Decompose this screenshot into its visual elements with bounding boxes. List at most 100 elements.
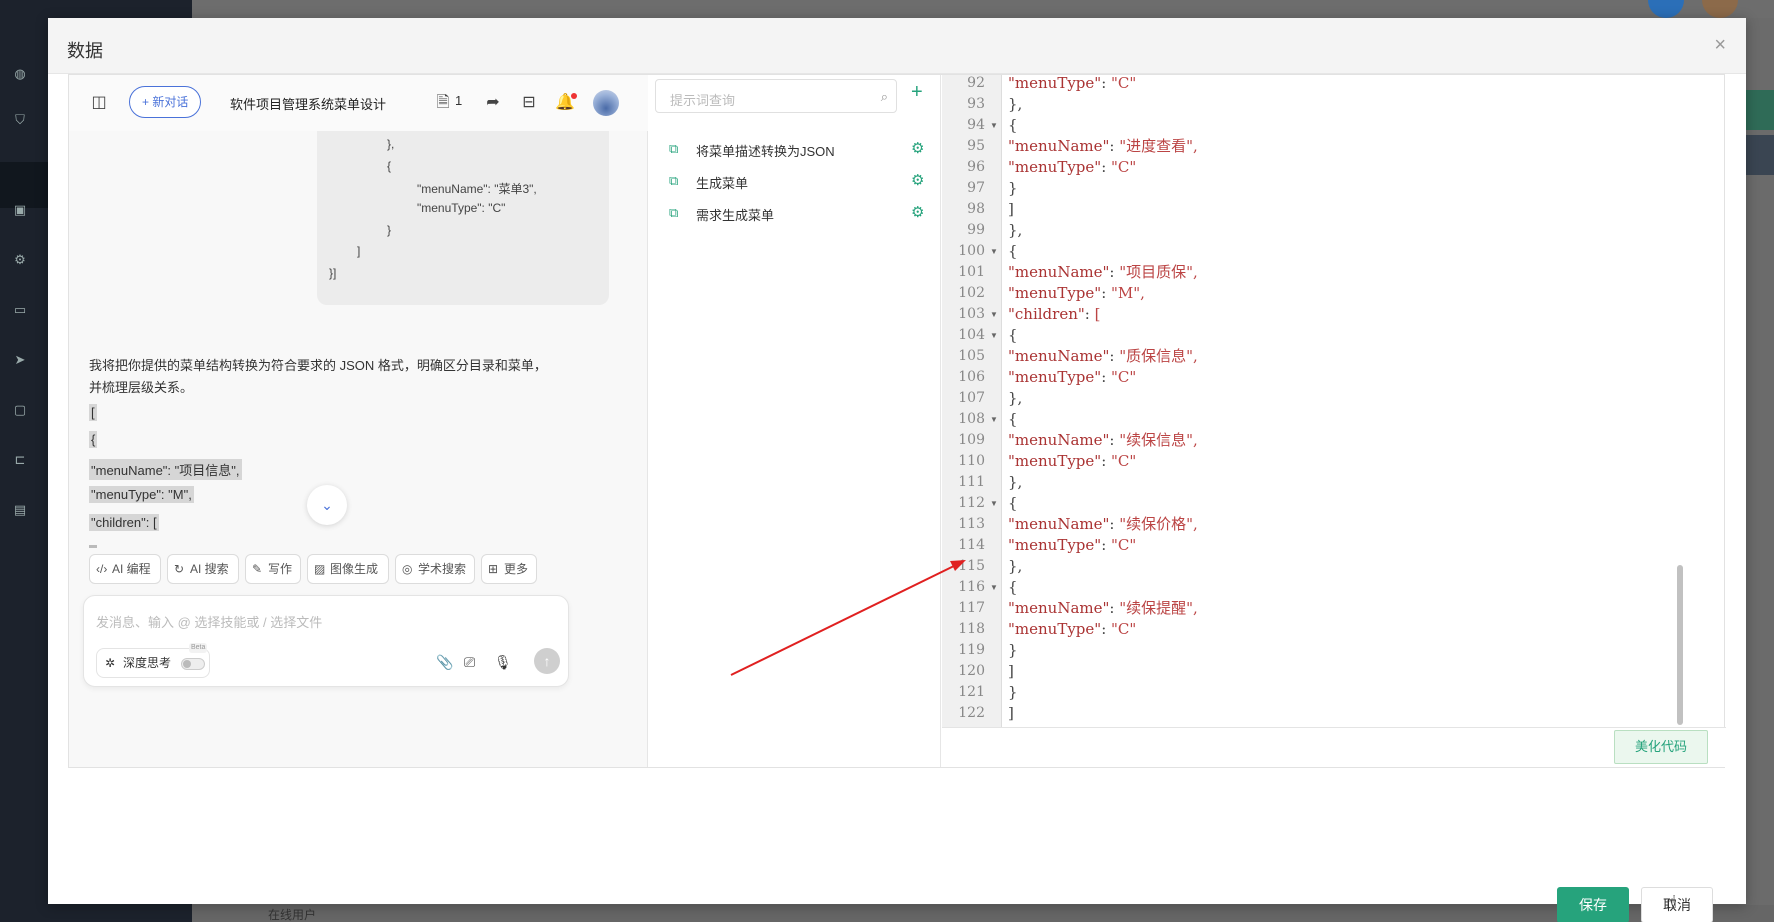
prompt-item[interactable]: ⧉ 生成菜单 ⚙ — [649, 165, 941, 197]
highlighted-line: [ — [89, 404, 97, 421]
fold-toggle-icon[interactable]: ▼ — [990, 310, 998, 319]
code-line: { — [1008, 116, 1018, 134]
conversation-title: 软件项目管理系统菜单设计 — [230, 97, 387, 112]
line-number: 105 — [958, 348, 985, 364]
fold-toggle-icon[interactable]: ▼ — [990, 331, 998, 340]
code-line: "menuName": "续保提醒", — [1008, 599, 1198, 617]
prompt-label: 生成菜单 — [696, 176, 749, 191]
code-line: }, — [1008, 557, 1023, 575]
sidebar-toggle-icon[interactable]: ◫ — [89, 93, 109, 113]
code-line: }, — [1008, 389, 1023, 407]
vertical-scrollbar[interactable] — [1677, 565, 1683, 725]
code-line: } — [387, 223, 392, 237]
background-topbar — [192, 0, 1774, 18]
code-line: }, — [1008, 95, 1023, 113]
close-icon[interactable]: × — [1714, 34, 1726, 57]
highlighted-line: { — [89, 431, 98, 448]
scroll-down-button[interactable]: ⌄ — [307, 485, 347, 525]
highlighted-line: "menuName": "项目信息", — [89, 459, 242, 480]
line-number: 113 — [958, 516, 985, 532]
pen-icon: ✎ — [252, 562, 263, 576]
prompt-label: 将菜单描述转换为JSON — [696, 144, 835, 159]
chip-writing[interactable]: ✎ 写作 — [245, 554, 301, 584]
code-line: }] — [329, 266, 337, 280]
message-input[interactable]: 发消息、输入 @ 选择技能或 / 选择文件 ✲ 深度思考 Beta 📎 ⎚ 🎙 … — [83, 595, 569, 687]
chip-label: 学术搜索 — [418, 562, 467, 576]
json-code-editor[interactable]: 92 93 94 ▼ 95 96 97 98 99 100 ▼ 101 102 103 ▼ 104 ▼ 105 10… — [942, 75, 1686, 727]
chip-ai-programming[interactable]: ‹/› AI 编程 — [89, 554, 161, 584]
academic-icon: ◎ — [402, 562, 413, 576]
code-line: "menuName": "菜单3", — [417, 182, 537, 196]
new-conversation-button[interactable]: + 新对话 — [129, 86, 202, 118]
code-line: "menuName": "项目质保", — [1008, 263, 1198, 281]
fold-toggle-icon[interactable]: ▼ — [990, 415, 998, 424]
add-prompt-icon[interactable]: + — [911, 81, 923, 104]
attachment-icon[interactable]: 📎 — [436, 654, 453, 671]
fold-toggle-icon[interactable]: ▼ — [990, 121, 998, 130]
line-number: 115 — [958, 558, 985, 574]
grid-icon: ⊞ — [488, 562, 499, 576]
screenshot-icon[interactable]: ⎚ — [464, 654, 475, 671]
code-line: "menuType": "C" — [1008, 75, 1137, 92]
fold-toggle-icon[interactable]: ▼ — [990, 583, 998, 592]
gear-icon[interactable]: ⚙ — [911, 139, 924, 157]
line-number: 106 — [958, 369, 985, 385]
gear-icon[interactable]: ⚙ — [911, 171, 924, 189]
toggle-switch[interactable] — [181, 658, 205, 670]
book-icon: ▤ — [13, 502, 27, 517]
send-button[interactable]: ↑ — [534, 648, 560, 674]
prompt-search-input[interactable]: 提示词查询 ⌕ — [655, 79, 897, 113]
search-icon[interactable]: ⌕ — [881, 89, 888, 105]
microphone-icon[interactable]: 🎙 — [494, 654, 512, 671]
code-line: ] — [1008, 200, 1014, 218]
gear-icon[interactable]: ⚙ — [911, 203, 924, 221]
archive-icon[interactable]: ⊟ — [519, 93, 539, 113]
chip-label: 更多 — [504, 562, 529, 576]
modal-body: ◫ + 新对话 软件项目管理系统菜单设计 🗎 1 ➦ ⊟ 🔔 }, { "men… — [68, 74, 1726, 768]
code-message-bubble: }, { "menuName": "菜单3", "menuType": "C" … — [317, 131, 609, 305]
chip-image-generation[interactable]: ▨ 图像生成 — [307, 554, 389, 584]
line-number: 95 — [967, 138, 985, 154]
search-refresh-icon: ↻ — [174, 562, 185, 576]
modal-header: 数据 × — [48, 18, 1746, 74]
code-line: ] — [1008, 662, 1014, 680]
chip-ai-search[interactable]: ↻ AI 搜索 — [167, 554, 239, 584]
chip-label: 图像生成 — [330, 562, 379, 576]
code-line: "menuType": "C" — [1008, 452, 1137, 470]
code-line: "menuType": "C" — [1008, 368, 1137, 386]
code-line: "menuType": "C" — [417, 201, 506, 215]
fold-toggle-icon[interactable]: ▼ — [990, 499, 998, 508]
prompt-item[interactable]: ⧉ 需求生成菜单 ⚙ — [649, 197, 941, 229]
arrow-up-icon: ↑ — [543, 653, 551, 669]
image-icon: ▨ — [314, 562, 326, 576]
line-number: 92 — [967, 75, 985, 91]
chip-more[interactable]: ⊞ 更多 — [481, 554, 537, 584]
share-icon[interactable]: ➦ — [483, 93, 503, 113]
code-line: "menuName": "质保信息", — [1008, 347, 1198, 365]
code-line: { — [1008, 410, 1018, 428]
beautify-code-button[interactable]: 美化代码 — [1613, 730, 1708, 764]
line-number: 122 — [958, 705, 985, 721]
code-line: "menuType": "M", — [1008, 284, 1145, 302]
copy-icon: ⧉ — [669, 141, 679, 156]
line-number: 96 — [967, 159, 985, 175]
avatar[interactable] — [593, 90, 619, 116]
prompt-item[interactable]: ⧉ 将菜单描述转换为JSON ⚙ — [649, 133, 941, 165]
line-number: 101 — [958, 264, 985, 280]
copy-icon: ⧉ — [669, 205, 679, 220]
online-users-label: 在线用户 — [268, 908, 317, 922]
deep-think-toggle[interactable]: ✲ 深度思考 Beta — [96, 643, 210, 678]
save-button[interactable]: 保存 — [1557, 887, 1629, 922]
cancel-button[interactable]: 取消 — [1641, 887, 1713, 922]
search-placeholder: 提示词查询 — [670, 93, 736, 108]
chip-label: AI 搜索 — [190, 562, 229, 576]
chip-academic-search[interactable]: ◎ 学术搜索 — [395, 554, 475, 584]
bell-icon[interactable]: 🔔 — [555, 93, 577, 113]
reply-line: 我将把你提供的菜单结构转换为符合要求的 JSON 格式，明确区分目录和菜单， — [89, 358, 547, 373]
send-icon: ➤ — [14, 352, 26, 367]
deep-think-icon: ✲ — [105, 656, 116, 670]
fold-toggle-icon[interactable]: ▼ — [990, 247, 998, 256]
line-number: 109 — [958, 432, 985, 448]
box-icon: ▢ — [13, 402, 27, 417]
document-icon[interactable]: 🗎 — [433, 93, 453, 113]
